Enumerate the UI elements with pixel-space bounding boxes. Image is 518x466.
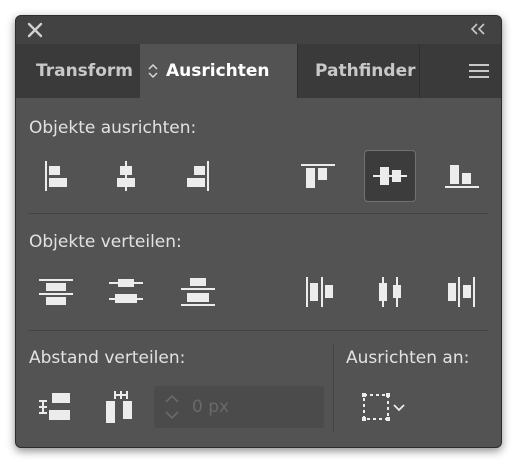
align-left-icon [45,161,67,191]
align-vertical-center-button[interactable] [364,150,416,202]
chevron-down-icon [393,404,405,412]
close-icon[interactable] [25,20,45,40]
tab-pathfinder-label: Pathfinder [315,61,416,81]
distribute-top-icon [39,279,73,305]
tab-bar: Transform Ausrichten Pathfinder [16,44,501,98]
distribute-vertical-spacing-button[interactable] [30,382,82,434]
panel-title-bar[interactable] [16,16,501,44]
distribute-left-icon [306,277,333,307]
distribute-horizontal-center-button[interactable] [364,266,416,318]
distribute-vertical-spacing-icon [39,393,70,420]
column-divider [333,343,334,433]
align-top-button[interactable] [292,150,344,202]
align-vertical-center-icon [373,167,407,185]
distribute-vertical-center-icon [109,279,143,303]
distribute-bottom-button[interactable] [172,266,224,318]
align-right-icon [187,161,209,191]
tab-separator [419,44,420,98]
distribute-vertical-center-button[interactable] [100,266,152,318]
distribute-objects-label: Objekte verteilen: [29,232,182,252]
tab-ausrichten[interactable]: Ausrichten [140,44,297,98]
stepper-arrows-icon[interactable] [162,392,182,422]
tab-ausrichten-label: Ausrichten [166,61,270,81]
distribute-spacing-label: Abstand verteilen: [29,348,186,368]
distribute-top-button[interactable] [30,266,82,318]
align-objects-label: Objekte ausrichten: [29,118,197,138]
align-left-button[interactable] [30,150,82,202]
align-bottom-button[interactable] [436,150,488,202]
section-divider [28,330,488,331]
distribute-right-button[interactable] [436,266,488,318]
spacing-value-field[interactable] [154,386,324,428]
tab-transform[interactable]: Transform [16,44,140,98]
align-to-dropdown[interactable] [352,382,412,434]
distribute-horizontal-center-icon [379,277,401,307]
align-top-icon [301,164,335,188]
align-right-button[interactable] [172,150,224,202]
spacing-value-input[interactable] [192,386,312,428]
tab-transform-label: Transform [36,61,133,81]
section-divider [28,213,488,214]
align-horizontal-center-icon [117,161,135,191]
tab-options-arrows-icon [148,63,158,79]
distribute-right-icon [448,277,475,307]
align-to-selection-icon [362,393,405,421]
collapse-panel-icon[interactable] [469,22,487,36]
tab-pathfinder[interactable]: Pathfinder [297,44,419,98]
align-to-label: Ausrichten an: [346,348,470,368]
align-bottom-icon [445,165,479,188]
panel-menu-icon[interactable] [469,62,489,80]
distribute-horizontal-spacing-button[interactable] [94,382,146,434]
align-panel: Transform Ausrichten Pathfinder Objekte … [15,15,502,448]
distribute-bottom-icon [181,278,215,306]
distribute-left-button[interactable] [292,266,344,318]
align-horizontal-center-button[interactable] [100,150,152,202]
distribute-horizontal-spacing-icon [106,391,132,423]
